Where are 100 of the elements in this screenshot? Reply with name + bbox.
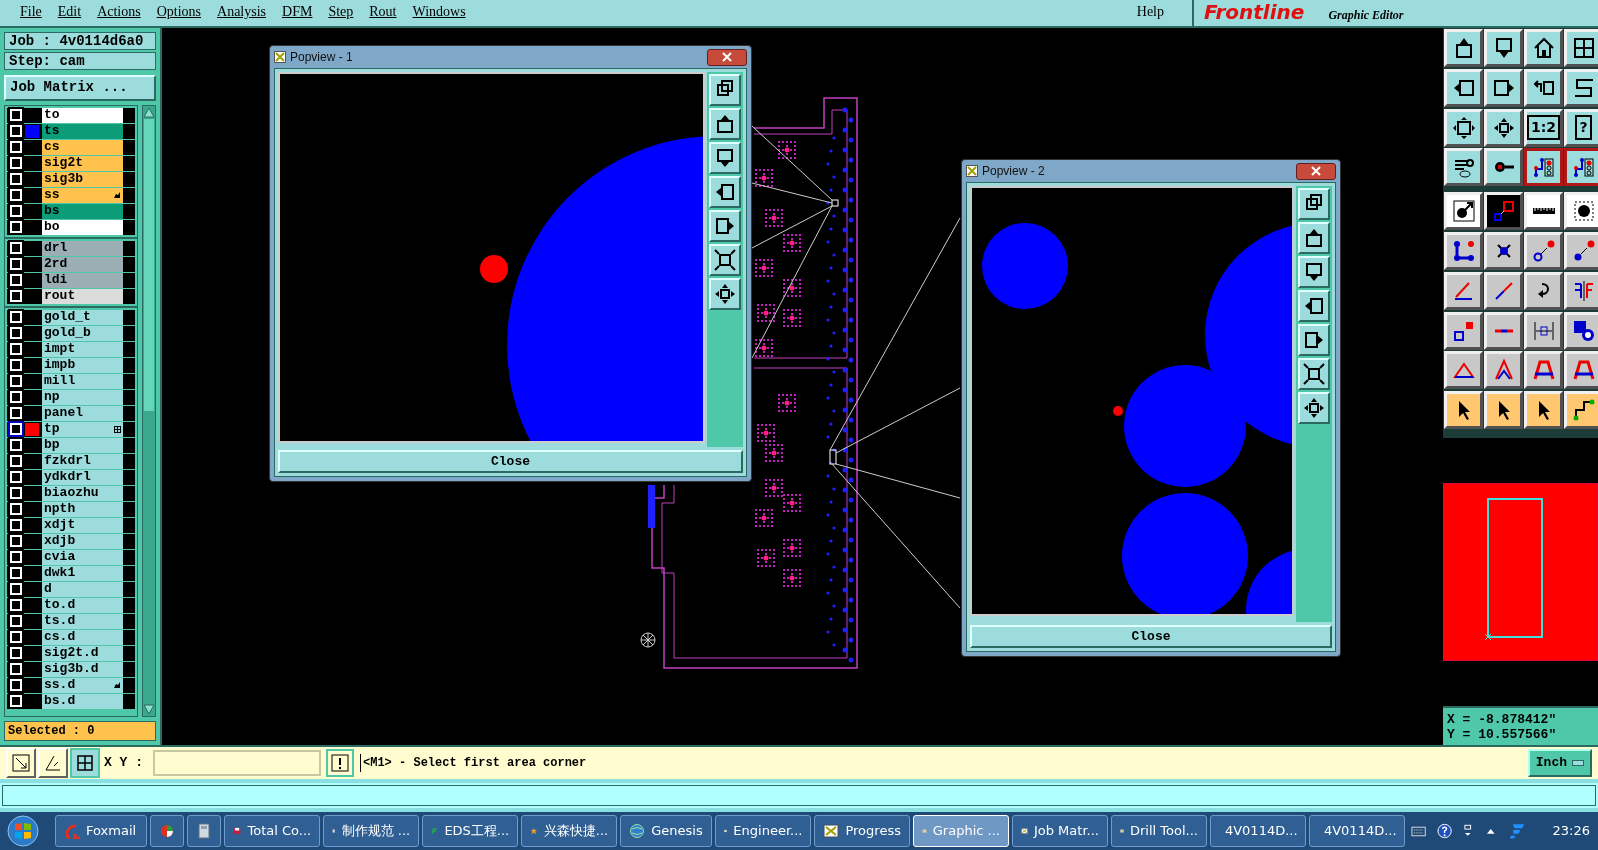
layer-name[interactable]: cs.d (42, 629, 123, 645)
view-tool-button[interactable] (709, 244, 741, 276)
layer-name[interactable]: d (42, 581, 123, 597)
taskbar-button[interactable] (187, 815, 222, 847)
origin-marker-icon (640, 632, 656, 648)
job-matrix-button[interactable]: Job Matrix ... (4, 75, 156, 101)
coordinate-input[interactable] (153, 750, 321, 776)
layer-name[interactable]: ydkdrl (42, 469, 123, 485)
close-icon (722, 52, 732, 62)
grid-icon (1571, 36, 1596, 60)
taskbar-button[interactable]: Drill Tool... (1110, 815, 1207, 847)
layer-name[interactable]: tp (42, 421, 123, 437)
layer-name[interactable]: impb (42, 357, 123, 373)
menu-item[interactable]: Windows (412, 1, 466, 21)
view-tool-button[interactable] (709, 210, 741, 242)
taskbar-button[interactable]: 制作规范 ... (323, 815, 420, 847)
layer-name[interactable]: gold_t (42, 309, 123, 325)
tool-button[interactable]: 1:2 (1524, 108, 1563, 147)
taskbar-button[interactable]: 4V0114D... (1308, 815, 1405, 847)
layer-name[interactable]: bs.d (42, 693, 123, 709)
scrollbar[interactable] (142, 104, 156, 717)
taskbar-button[interactable]: 兴森快捷... (521, 815, 618, 847)
layer-name[interactable]: biaozhu (42, 485, 123, 501)
tool-button[interactable] (1564, 148, 1598, 187)
arrow-right-icon (1303, 329, 1325, 351)
taskbar-button[interactable]: Total Co... (224, 815, 321, 847)
menu-item[interactable]: Options (156, 1, 202, 21)
layer-name[interactable]: xdjb (42, 533, 123, 549)
view-tool-button[interactable] (709, 108, 741, 140)
layer-name[interactable]: sig2t (42, 155, 123, 171)
close-button[interactable]: Close (278, 450, 743, 473)
center-icon (1303, 397, 1325, 419)
window-icon (274, 51, 286, 63)
layer-name[interactable]: mill (42, 373, 123, 389)
menu-item[interactable]: DFM (282, 1, 313, 21)
layer-name[interactable]: drl (42, 240, 123, 256)
taskbar-button[interactable]: EDS工程... (422, 815, 519, 847)
circuit-icon (1531, 155, 1556, 180)
tool-button[interactable] (70, 748, 100, 778)
view-tool-button[interactable] (1298, 256, 1330, 288)
layer-name[interactable]: sig3b (42, 171, 123, 187)
view-tool-button[interactable] (1298, 392, 1330, 424)
view-tool-button[interactable] (1298, 290, 1330, 322)
layer-name[interactable]: cvia (42, 549, 123, 565)
layer-name[interactable]: dwk1 (42, 565, 123, 581)
view-tool-button[interactable] (709, 142, 741, 174)
tool-button[interactable] (1524, 148, 1563, 187)
close-button[interactable] (1296, 162, 1336, 180)
close-button[interactable]: Close (970, 625, 1332, 648)
menu-item[interactable]: Analysis (217, 1, 267, 21)
layer-name[interactable]: rout (42, 288, 123, 304)
layer-name[interactable]: bp (42, 437, 123, 453)
layer-name[interactable]: fzkdrl (42, 453, 123, 469)
layer-name[interactable]: cs (42, 139, 123, 155)
layer-name[interactable]: bo (42, 219, 123, 235)
layer-name[interactable]: ss.d (42, 677, 123, 693)
view-tool-button[interactable] (709, 74, 741, 106)
layer-name[interactable]: gold_b (42, 325, 123, 341)
layer-name[interactable]: sig3b.d (42, 661, 123, 677)
layer-name[interactable]: ts (42, 123, 123, 139)
units-dropdown[interactable]: Inch (1527, 749, 1592, 777)
view-tool-button[interactable] (1298, 324, 1330, 356)
layer-name[interactable]: to (42, 107, 123, 123)
arrow-left-icon (1303, 295, 1325, 317)
layer-name[interactable]: 2rd (42, 256, 123, 272)
angle-icon (43, 753, 63, 773)
layer-name[interactable]: ss (42, 187, 123, 203)
view-tool-button[interactable] (1298, 222, 1330, 254)
layer-name[interactable]: np (42, 389, 123, 405)
close-button[interactable] (707, 48, 747, 66)
menu-item[interactable]: File (20, 1, 42, 21)
taskbar-button[interactable]: Engineer... (715, 815, 812, 847)
layer-name[interactable]: sig2t.d (42, 645, 123, 661)
tool-button[interactable]: ? (1564, 108, 1598, 147)
taskbar-button[interactable]: Progress (814, 815, 910, 847)
layer-name[interactable]: xdjt (42, 517, 123, 533)
view-tool-button[interactable] (709, 278, 741, 310)
taskbar-button[interactable]: Foxmail (55, 815, 148, 847)
view-tool-button[interactable] (709, 176, 741, 208)
layer-name[interactable]: ldi (42, 272, 123, 288)
menu-item[interactable]: Actions (97, 1, 141, 21)
close-icon (1311, 166, 1321, 176)
taskbar-button[interactable]: Genesis (620, 815, 713, 847)
view-tool-button[interactable] (1298, 358, 1330, 390)
menu-item[interactable]: Help (1136, 1, 1164, 21)
layer-name[interactable]: ts.d (42, 613, 123, 629)
layer-name[interactable]: bs (42, 203, 123, 219)
layer-name[interactable]: panel (42, 405, 123, 421)
menu-item[interactable]: Step (328, 1, 354, 21)
layer-name[interactable]: to.d (42, 597, 123, 613)
taskbar-button[interactable]: 4V0114D... (1209, 815, 1306, 847)
view-tool-button[interactable] (1298, 188, 1330, 220)
scroll-up-icon (143, 105, 155, 118)
menu-item[interactable]: Edit (57, 1, 82, 21)
layer-name[interactable]: npth (42, 501, 123, 517)
taskbar-button[interactable]: Job Matr... (1011, 815, 1108, 847)
menu-item[interactable]: Rout (369, 1, 397, 21)
layer-name[interactable]: impt (42, 341, 123, 357)
taskbar-button[interactable] (150, 815, 185, 847)
alert-button[interactable] (326, 749, 354, 777)
